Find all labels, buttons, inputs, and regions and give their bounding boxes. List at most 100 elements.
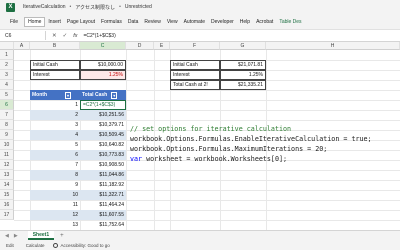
excel-window: X IterativeCalculation • アクセス制限なし • Unre…: [0, 0, 400, 250]
insert-function-icon[interactable]: fx: [73, 33, 77, 39]
tab-table-design[interactable]: Table Des: [276, 19, 304, 25]
column-header-d[interactable]: D: [126, 42, 154, 50]
cell-b2-initial-cash-label[interactable]: Initial Cash: [30, 60, 80, 70]
row-header[interactable]: 14: [0, 180, 14, 190]
excel-logo-icon: X: [6, 2, 15, 12]
table-cell-total-active[interactable]: =C2*(1+$C$3): [80, 100, 126, 110]
table-cell-month[interactable]: 3: [30, 120, 80, 130]
tab-insert[interactable]: Insert: [45, 19, 64, 25]
table-cell-month[interactable]: 8: [30, 170, 80, 180]
tab-formulas[interactable]: Formulas: [98, 19, 125, 25]
table-cell-month[interactable]: 6: [30, 150, 80, 160]
table-cell-month[interactable]: 10: [30, 190, 80, 200]
row-header[interactable]: 16: [0, 200, 14, 210]
column-header-f[interactable]: F: [170, 42, 220, 50]
cancel-icon[interactable]: ✕: [52, 33, 57, 39]
table-cell-total[interactable]: $10,640.82: [80, 140, 126, 150]
column-header-b[interactable]: B: [30, 42, 80, 50]
column-header-a[interactable]: A: [14, 42, 30, 50]
filter-dropdown-icon[interactable]: ▾: [65, 91, 72, 99]
row-header[interactable]: 11: [0, 150, 14, 160]
cell-g3-summary-interest-value[interactable]: 1.25%: [220, 70, 266, 80]
tab-automate[interactable]: Automate: [181, 19, 208, 25]
gridline: [126, 50, 127, 230]
tab-review[interactable]: Review: [141, 19, 163, 25]
table-cell-total[interactable]: $11,044.86: [80, 170, 126, 180]
row-header[interactable]: 17: [0, 210, 14, 220]
table-cell-total[interactable]: $10,251.56: [80, 110, 126, 120]
row-header[interactable]: 3: [0, 70, 14, 80]
filter-dropdown-icon[interactable]: ▾: [111, 91, 118, 99]
title-bar: X IterativeCalculation • アクセス制限なし • Unre…: [0, 0, 400, 14]
table-cell-month[interactable]: 1: [30, 100, 80, 110]
row-header[interactable]: 2: [0, 60, 14, 70]
table-cell-month[interactable]: 13: [30, 220, 80, 230]
cell-c3-interest-value[interactable]: 1.25%: [80, 70, 126, 80]
table-cell-month[interactable]: 11: [30, 200, 80, 210]
table-cell-total[interactable]: $11,607.55: [80, 210, 126, 220]
cell-c2-initial-cash-value[interactable]: $10,000.00: [80, 60, 126, 70]
status-calculate[interactable]: Calculate: [26, 243, 45, 248]
status-accessibility[interactable]: Accessibility: Good to go: [61, 243, 110, 248]
cell-f2-summary-initial-label[interactable]: Initial Cash: [170, 60, 220, 70]
cell-b3-interest-label[interactable]: Interest: [30, 70, 80, 80]
table-cell-month[interactable]: 7: [30, 160, 80, 170]
table-header-total-cash[interactable]: Total Cash ▾: [80, 90, 126, 100]
tab-view[interactable]: View: [164, 19, 181, 25]
table-cell-total[interactable]: $10,379.71: [80, 120, 126, 130]
table-cell-total[interactable]: $10,773.83: [80, 150, 126, 160]
column-header-h[interactable]: H: [266, 42, 400, 50]
table-cell-total[interactable]: $11,322.71: [80, 190, 126, 200]
sensitivity-label[interactable]: アクセス制限なし: [75, 4, 115, 11]
cell-g4-summary-total-value[interactable]: $21,335.21: [220, 80, 266, 90]
sheet-tab-sheet1[interactable]: Sheet1: [27, 231, 55, 240]
table-cell-month[interactable]: 9: [30, 180, 80, 190]
tab-home[interactable]: Home: [24, 16, 46, 27]
name-box[interactable]: C6: [2, 31, 46, 40]
row-header[interactable]: 5: [0, 90, 14, 100]
sheet-next-icon[interactable]: ▶: [14, 233, 18, 239]
table-cell-month[interactable]: 4: [30, 130, 80, 140]
row-header[interactable]: 6: [0, 100, 14, 110]
row-header[interactable]: 9: [0, 130, 14, 140]
row-header[interactable]: 4: [0, 80, 14, 90]
save-state[interactable]: Unrestricted: [125, 4, 152, 10]
table-cell-total[interactable]: $10,908.50: [80, 160, 126, 170]
row-header[interactable]: 10: [0, 140, 14, 150]
table-cell-total[interactable]: $10,509.45: [80, 130, 126, 140]
cell-f3-summary-interest-label[interactable]: Interest: [170, 70, 220, 80]
tab-developer[interactable]: Developer: [208, 19, 237, 25]
formula-input[interactable]: =C2*(1+$C$3): [84, 33, 116, 39]
table-cell-total[interactable]: $11,464.24: [80, 200, 126, 210]
column-header-c[interactable]: C: [80, 42, 126, 50]
tab-data[interactable]: Data: [125, 19, 142, 25]
row-header[interactable]: 8: [0, 120, 14, 130]
column-header-e[interactable]: E: [154, 42, 170, 50]
table-header-month[interactable]: Month ▾: [30, 90, 80, 100]
column-header-g[interactable]: G: [220, 42, 266, 50]
code-line-max-iterations: workbook.Options.Formulas.MaximumIterati…: [130, 145, 328, 153]
select-all-corner[interactable]: [0, 42, 14, 50]
cell-f4-summary-total-label[interactable]: Total Cash at 2!: [170, 80, 220, 90]
row-header[interactable]: 7: [0, 110, 14, 120]
table-cell-month[interactable]: 2: [30, 110, 80, 120]
row-header[interactable]: 12: [0, 160, 14, 170]
table-header-month-label: Month: [32, 92, 47, 98]
row-header[interactable]: 15: [0, 190, 14, 200]
enter-icon[interactable]: ✓: [63, 33, 68, 39]
tab-acrobat[interactable]: Acrobat: [253, 19, 276, 25]
code-line-enable-iterative: workbook.Options.Formulas.EnableIterativ…: [130, 135, 372, 143]
row-header[interactable]: 13: [0, 170, 14, 180]
cell-g2-summary-initial-value[interactable]: $21,071.81: [220, 60, 266, 70]
add-sheet-icon[interactable]: +: [60, 233, 64, 239]
tab-help[interactable]: Help: [237, 19, 253, 25]
table-cell-month[interactable]: 5: [30, 140, 80, 150]
table-cell-month[interactable]: 12: [30, 210, 80, 220]
row-header[interactable]: 1: [0, 50, 14, 60]
sheet-prev-icon[interactable]: ◀: [5, 233, 9, 239]
tab-page-layout[interactable]: Page Layout: [64, 19, 98, 25]
title-separator: •: [69, 4, 72, 10]
tab-file[interactable]: File: [0, 19, 24, 25]
table-cell-total[interactable]: $11,752.64: [80, 220, 126, 230]
table-cell-total[interactable]: $11,182.92: [80, 180, 126, 190]
